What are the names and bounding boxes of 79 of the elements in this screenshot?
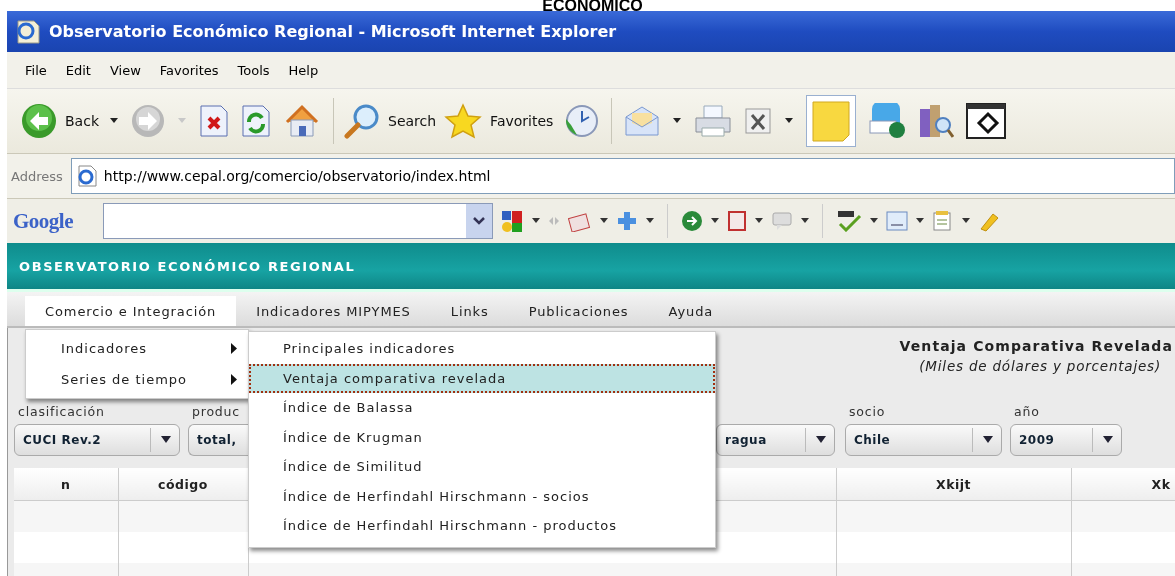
submenu-arrow-icon [231,343,238,354]
caret-icon[interactable] [784,117,795,125]
spreadsheet-icon[interactable] [744,107,773,135]
menu-item[interactable]: Edit [57,62,102,78]
column-header: código [158,476,208,492]
window-icon[interactable] [966,103,1007,139]
submenu-arrow-icon [231,374,238,385]
clock-icon[interactable] [563,103,600,139]
menu-item[interactable]: Tools [229,62,281,78]
nav-tab[interactable]: Ayuda [648,296,734,326]
caret-icon[interactable] [646,218,654,224]
nav-tab[interactable]: Links [430,296,509,326]
submenu-item[interactable]: Principales indicadores [249,334,715,364]
window-title: Observatorio Económico Regional - Microsoft Internet Explorer [49,22,617,41]
filter-dropdown[interactable]: 2009 [1010,424,1122,456]
home-icon[interactable] [283,102,321,140]
menu-item[interactable]: File [17,62,58,78]
filter-dropdown[interactable]: CUCI Rev.2 [14,424,180,456]
submenu-item[interactable]: Ventaja comparativa revelada [249,363,715,393]
caret-icon [161,436,171,444]
menu-item[interactable]: Help [280,62,330,78]
menu-item[interactable]: View [101,62,152,78]
column-header: Xk [1151,476,1171,492]
page-icon [75,165,98,187]
submenu-item[interactable]: Índice de Herfindahl Hirschmann - socios [249,481,715,511]
colored-blocks-icon[interactable] [500,209,524,233]
menu-item[interactable]: Series de tiempo [26,364,248,395]
caret-icon[interactable] [109,117,119,125]
filter-dropdown[interactable]: ragua [716,424,835,456]
caret-icon[interactable] [755,218,763,224]
star-icon [444,103,483,139]
caret-icon[interactable] [600,218,608,224]
back-button[interactable]: Back [17,103,103,139]
book-magnifier-icon[interactable] [918,103,955,139]
nav-tab[interactable]: Comercio e Integración [25,296,237,326]
refresh-icon[interactable] [241,104,271,138]
nav-tab[interactable]: Publicaciones [508,296,649,326]
favorites-button[interactable]: Favorites [440,103,558,139]
address-field[interactable]: http://www.cepal.org/comercio/observatorio/index.html [70,158,1175,194]
report-title: Ventaja Comparativa Revelada [899,338,1173,354]
filter-label: produc [191,404,240,419]
search-icon [344,103,380,139]
caret-icon[interactable] [916,218,924,224]
filter-dropdown[interactable]: total, [188,424,248,456]
column-header: Xkijt [936,476,971,492]
caret-icon[interactable] [962,218,970,224]
spell-check-icon[interactable] [836,210,862,232]
filter-dropdown[interactable]: Chile [845,424,1002,456]
column-header: n [61,476,71,492]
filter-label: clasificación [17,404,105,419]
report-subtitle: (Miles de dólares y porcentajes) [919,358,1161,374]
caret-icon[interactable] [870,218,878,224]
caret-icon[interactable] [801,218,809,224]
search-button[interactable]: Search [340,103,441,139]
search-field[interactable] [103,203,493,239]
filter-label: socio [848,404,886,419]
address-label: Address [11,168,63,184]
menu-item[interactable]: Favorites [151,62,230,78]
google-logo: Google [13,208,74,234]
caret-icon[interactable] [532,218,540,224]
caret-icon [983,436,993,444]
chevron-down-icon[interactable] [473,217,485,225]
document-icon [15,18,41,45]
filter-label: año [1013,404,1040,419]
site-title: OBSERVATORIO ECONÓMICO REGIONAL [19,258,356,274]
submenu-item[interactable]: Índice de Krugman [249,422,715,452]
page-icon[interactable] [727,210,747,232]
caret-icon [1103,436,1113,444]
page-x-icon[interactable] [199,104,229,138]
caret-icon[interactable] [711,218,719,224]
caret-icon [816,436,826,444]
nav-tab[interactable]: Indicadores MIPYMES [236,296,431,326]
submenu-item[interactable]: Índice de Balassa [249,393,715,423]
plus-icon[interactable] [616,210,638,232]
caret-icon[interactable] [672,117,683,125]
submenu-item[interactable]: Índice de Similitud [249,452,715,482]
menu-item[interactable]: Indicadores [26,333,248,364]
page-caption: ECONOMICO [542,1,643,11]
submenu-item[interactable]: Índice de Herfindahl Hirschmann - productos [249,511,715,541]
